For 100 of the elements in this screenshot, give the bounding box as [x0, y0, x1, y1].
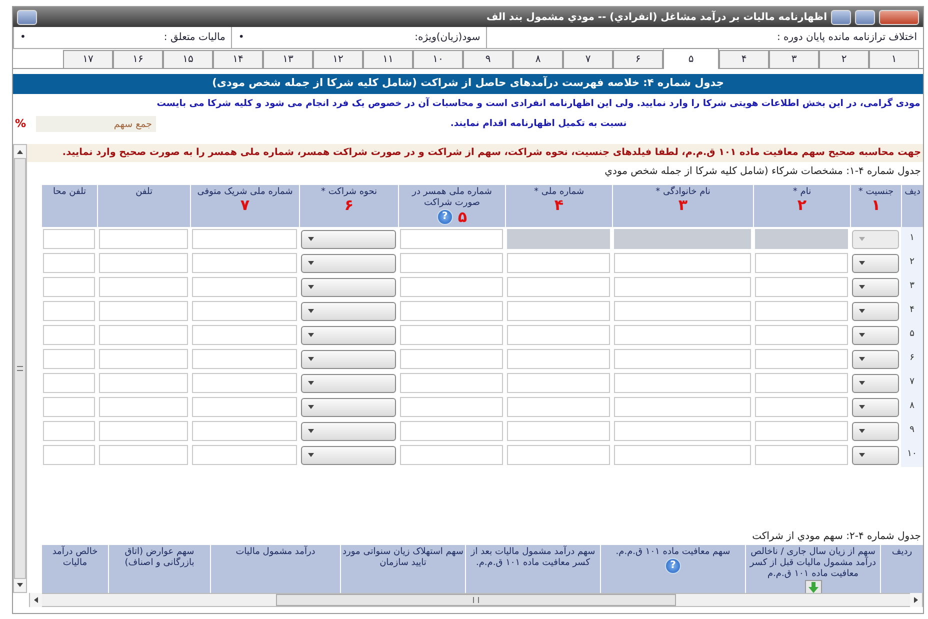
tab[interactable]: ۶: [613, 50, 663, 68]
input-field[interactable]: [99, 349, 188, 369]
input-field[interactable]: [43, 421, 95, 441]
import-button[interactable]: [804, 580, 822, 593]
dropdown[interactable]: [852, 254, 899, 272]
input-field[interactable]: [192, 301, 297, 321]
input-field[interactable]: [99, 373, 188, 393]
input-field[interactable]: [755, 301, 848, 321]
input-field[interactable]: [400, 397, 503, 417]
input-field[interactable]: [400, 349, 503, 369]
dropdown[interactable]: [301, 278, 396, 296]
input-field[interactable]: [192, 445, 297, 465]
input-field[interactable]: [43, 349, 95, 369]
input-field[interactable]: [400, 325, 503, 345]
input-field[interactable]: [507, 349, 610, 369]
input-field[interactable]: [614, 373, 751, 393]
input-field[interactable]: [614, 277, 751, 297]
input-field[interactable]: [43, 397, 95, 417]
input-field[interactable]: [43, 253, 95, 273]
input-field[interactable]: [99, 277, 188, 297]
dropdown[interactable]: [301, 398, 396, 416]
input-field[interactable]: [192, 277, 297, 297]
input-field[interactable]: [507, 373, 610, 393]
input-field[interactable]: [755, 253, 848, 273]
dropdown[interactable]: [852, 374, 899, 392]
input-field[interactable]: [192, 325, 297, 345]
input-field[interactable]: [755, 445, 848, 465]
dropdown[interactable]: [852, 422, 899, 440]
input-field[interactable]: [192, 373, 297, 393]
input-field[interactable]: [614, 325, 751, 345]
dropdown[interactable]: [301, 230, 396, 248]
input-field[interactable]: [400, 229, 503, 249]
dropdown[interactable]: [301, 446, 396, 464]
input-field[interactable]: [400, 277, 503, 297]
dropdown[interactable]: [852, 398, 899, 416]
input-field[interactable]: [43, 445, 95, 465]
input-field[interactable]: [507, 445, 610, 465]
tab[interactable]: ۱۳: [263, 50, 313, 68]
dropdown[interactable]: [852, 278, 899, 296]
tab[interactable]: ۱۷: [63, 50, 113, 68]
input-field[interactable]: [614, 349, 751, 369]
dropdown[interactable]: [852, 326, 899, 344]
input-field[interactable]: [755, 421, 848, 441]
close-button[interactable]: [879, 10, 919, 24]
input-field[interactable]: [400, 301, 503, 321]
tab[interactable]: ۹: [463, 50, 513, 68]
input-field[interactable]: [43, 229, 95, 249]
input-field[interactable]: [614, 253, 751, 273]
input-field[interactable]: [400, 421, 503, 441]
minimize-button[interactable]: [831, 10, 851, 24]
dropdown[interactable]: [852, 302, 899, 320]
dropdown[interactable]: [301, 254, 396, 272]
tab[interactable]: ۳: [769, 50, 819, 68]
input-field[interactable]: [507, 325, 610, 345]
dropdown[interactable]: [852, 350, 899, 368]
vertical-scrollbar[interactable]: [13, 144, 27, 593]
dropdown[interactable]: [852, 446, 899, 464]
input-field[interactable]: [507, 397, 610, 417]
input-field[interactable]: [507, 301, 610, 321]
tab[interactable]: ۴: [719, 50, 769, 68]
tab[interactable]: ۸: [513, 50, 563, 68]
dropdown[interactable]: [301, 422, 396, 440]
share-total-field[interactable]: جمع سهم: [36, 116, 156, 132]
input-field[interactable]: [755, 325, 848, 345]
input-field[interactable]: [43, 301, 95, 321]
dropdown[interactable]: [301, 374, 396, 392]
input-field[interactable]: [192, 397, 297, 417]
input-field[interactable]: [755, 277, 848, 297]
input-field[interactable]: [192, 253, 297, 273]
input-field[interactable]: [43, 373, 95, 393]
input-field[interactable]: [99, 397, 188, 417]
maximize-button[interactable]: [855, 10, 875, 24]
input-field[interactable]: [614, 421, 751, 441]
input-field[interactable]: [99, 421, 188, 441]
tab[interactable]: ۲: [819, 50, 869, 68]
input-field[interactable]: [614, 445, 751, 465]
input-field[interactable]: [507, 253, 610, 273]
input-field[interactable]: [614, 301, 751, 321]
input-field[interactable]: [99, 445, 188, 465]
dropdown[interactable]: [301, 326, 396, 344]
dropdown[interactable]: [301, 302, 396, 320]
tab[interactable]: ۷: [563, 50, 613, 68]
tab[interactable]: ۱۲: [313, 50, 363, 68]
tab[interactable]: ۱۵: [163, 50, 213, 68]
input-field[interactable]: [192, 349, 297, 369]
tab[interactable]: ۱۰: [413, 50, 463, 68]
input-field[interactable]: [755, 373, 848, 393]
tab[interactable]: ۵: [663, 48, 719, 69]
input-field[interactable]: [192, 229, 297, 249]
input-field[interactable]: [99, 301, 188, 321]
input-field[interactable]: [507, 277, 610, 297]
input-field[interactable]: [400, 373, 503, 393]
horizontal-scrollbar[interactable]: [29, 593, 923, 607]
input-field[interactable]: [43, 277, 95, 297]
input-field[interactable]: [755, 397, 848, 417]
input-field[interactable]: [507, 421, 610, 441]
input-field[interactable]: [99, 325, 188, 345]
tab[interactable]: ۱۴: [213, 50, 263, 68]
input-field[interactable]: [400, 445, 503, 465]
input-field[interactable]: [755, 349, 848, 369]
